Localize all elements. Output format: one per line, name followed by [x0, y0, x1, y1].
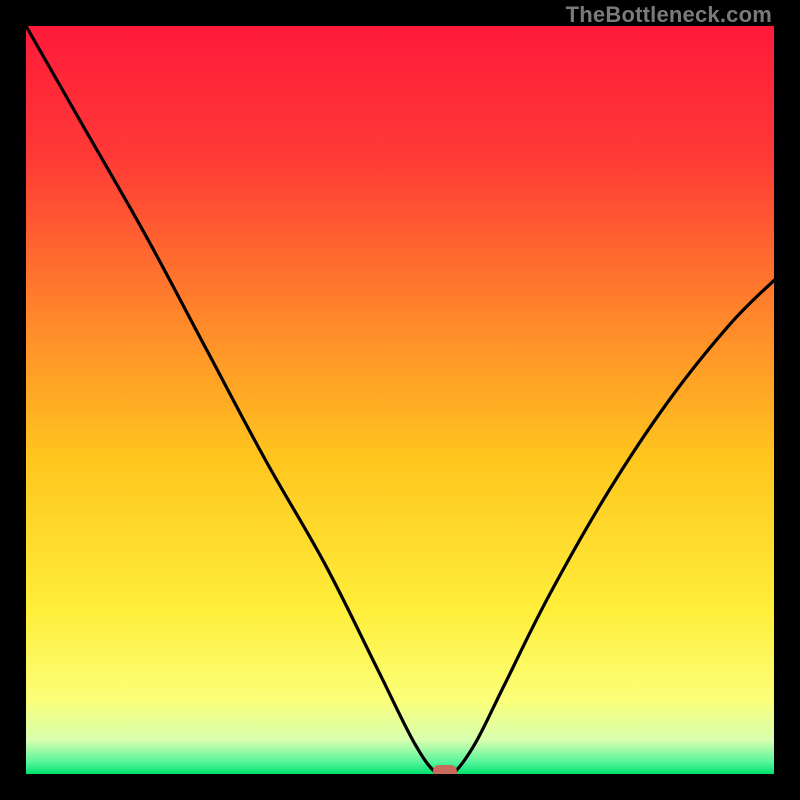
watermark-text: TheBottleneck.com — [566, 2, 772, 28]
chart-background — [26, 26, 774, 774]
bottleneck-chart — [26, 26, 774, 774]
chart-frame: TheBottleneck.com — [0, 0, 800, 800]
optimal-point-marker — [433, 765, 457, 774]
plot-area — [26, 26, 774, 774]
